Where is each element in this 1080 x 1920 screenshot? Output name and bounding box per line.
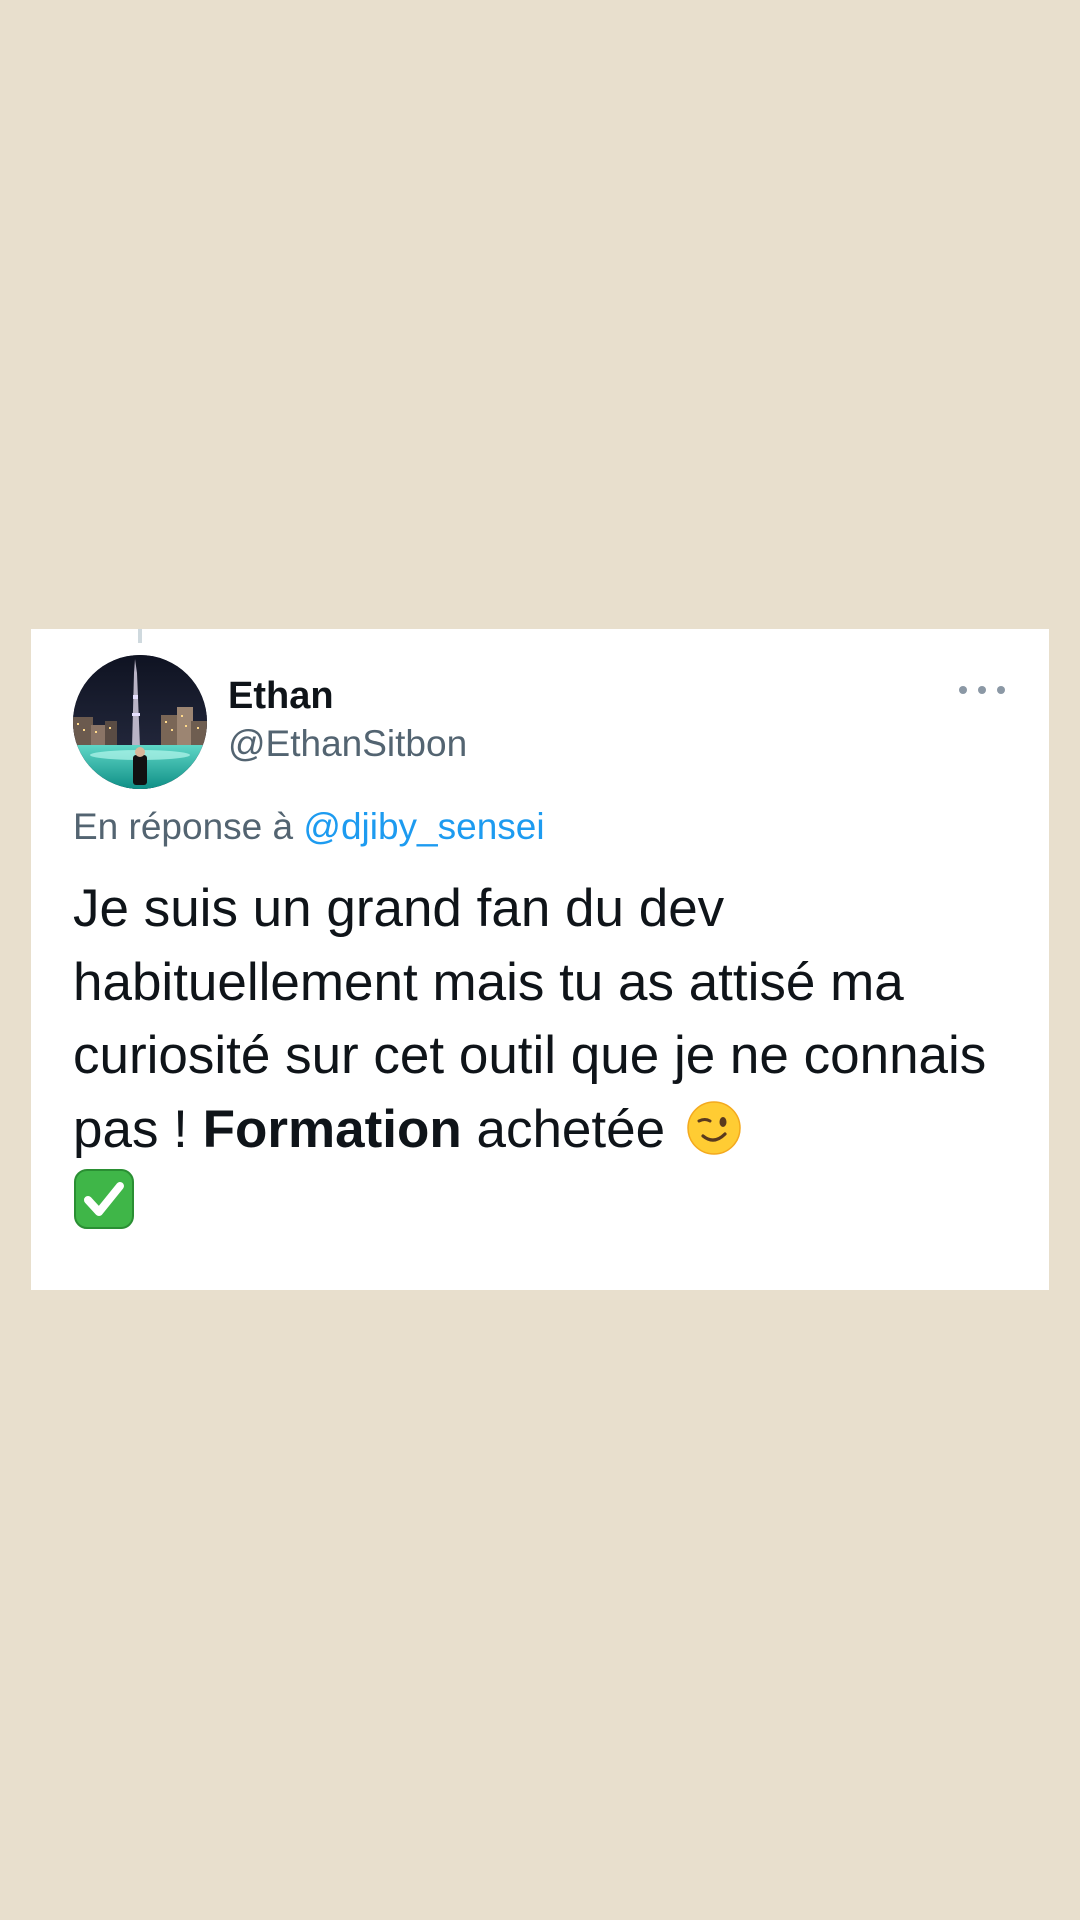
author-name[interactable]: Ethan [228,675,334,718]
more-options-button[interactable] [955,673,1009,707]
author-handle[interactable]: @EthanSitbon [228,723,467,765]
thread-connector-line [138,629,142,643]
more-options-icon-dot [997,686,1005,694]
reply-context: En réponse à @djiby_sensei [73,806,545,848]
tweet-text: Je suis un grand fan du dev habituelleme… [73,872,1023,1240]
avatar[interactable] [73,655,207,789]
winking-face-emoji [687,1100,741,1155]
avatar-image [73,655,207,789]
more-options-icon [959,686,967,694]
tweet-text-bold: Formation [202,1099,462,1159]
reply-prefix: En réponse à [73,806,304,847]
tweet-text-part2: achetée [461,1099,680,1159]
tweet-card: Ethan @EthanSitbon En réponse à @djiby_s… [31,629,1049,1290]
reply-mention-link[interactable]: @djiby_sensei [303,806,544,847]
more-options-icon-dot [978,686,986,694]
check-mark-button-emoji [74,1169,134,1229]
